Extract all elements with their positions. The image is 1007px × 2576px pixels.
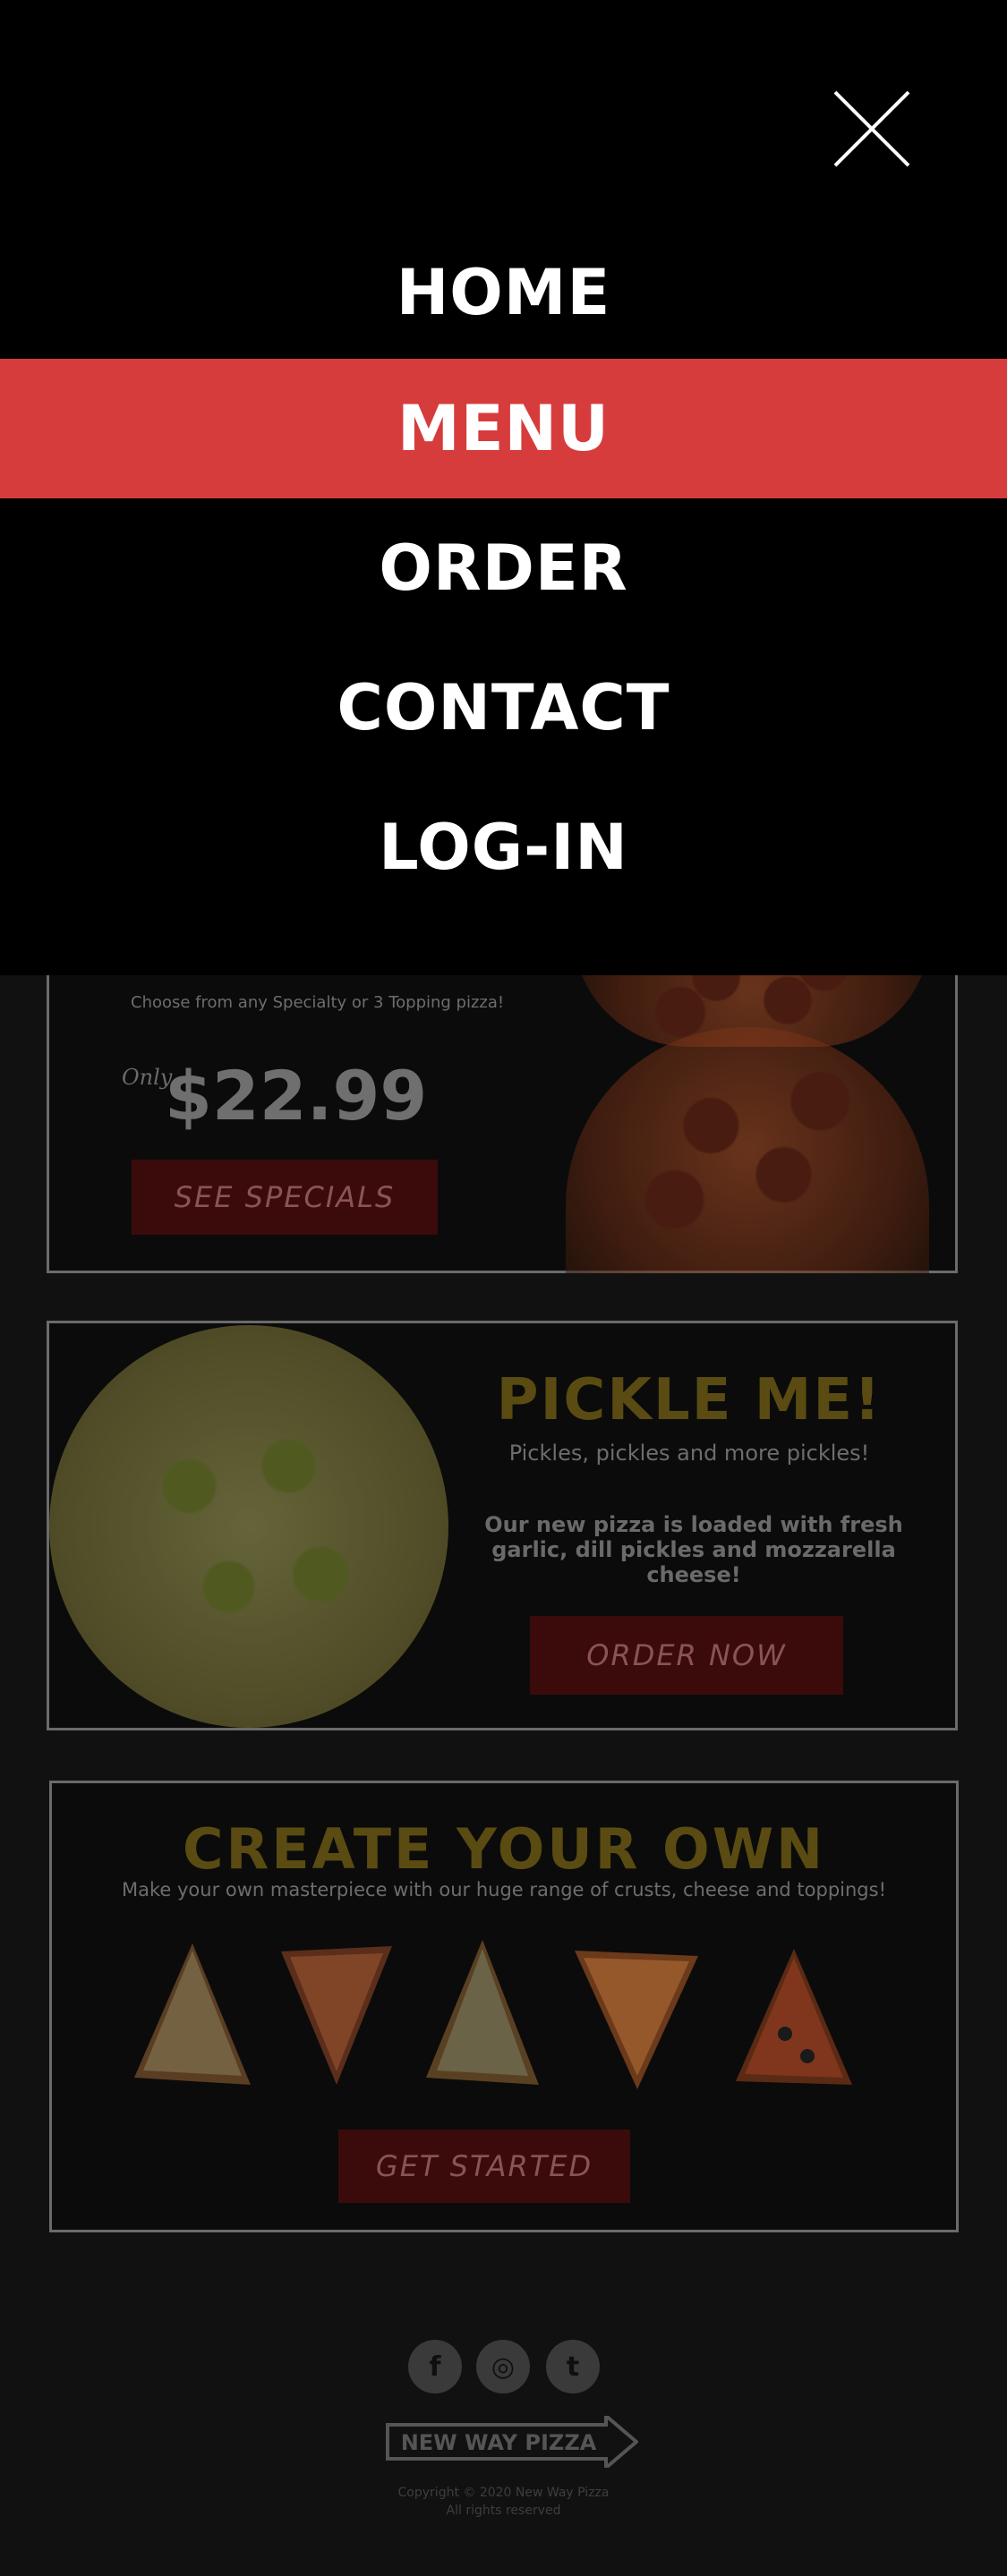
nav-item-contact[interactable]: CONTACT bbox=[0, 638, 1007, 778]
nav-overlay: HOME MENU ORDER CONTACT LOG-IN bbox=[0, 0, 1007, 975]
new-way-pizza-logo[interactable]: NEW WAY PIZZA bbox=[386, 2411, 640, 2472]
special-price: $22.99 bbox=[165, 1056, 428, 1135]
nav-item-login[interactable]: LOG-IN bbox=[0, 778, 1007, 917]
pickle-pizza-image bbox=[49, 1325, 448, 1728]
nav-item-label: CONTACT bbox=[337, 671, 670, 744]
pickle-description: Our new pizza is loaded with fresh garli… bbox=[484, 1512, 903, 1587]
pickle-title: PICKLE ME! bbox=[496, 1367, 883, 1433]
pickle-subtitle: Pickles, pickles and more pickles! bbox=[508, 1441, 870, 1466]
nav-item-label: ORDER bbox=[379, 531, 628, 605]
copyright-text: Copyright © 2020 New Way Pizza bbox=[397, 2486, 610, 2500]
facebook-icon[interactable]: f bbox=[408, 2340, 462, 2393]
specials-note: Choose from any Specialty or 3 Topping p… bbox=[131, 993, 505, 1012]
nav-item-menu[interactable]: MENU bbox=[0, 359, 1007, 498]
pizza-slice-4 bbox=[575, 1951, 698, 2093]
get-started-button[interactable]: GET STARTED bbox=[338, 2130, 630, 2203]
pizza-slice-3 bbox=[426, 1940, 539, 2088]
svg-text:NEW WAY PIZZA: NEW WAY PIZZA bbox=[401, 2430, 597, 2455]
pizza-slice-5 bbox=[736, 1949, 852, 2088]
nav-item-order[interactable]: ORDER bbox=[0, 498, 1007, 638]
nav-item-label: LOG-IN bbox=[379, 811, 628, 884]
create-subtitle: Make your own masterpiece with our huge … bbox=[121, 1879, 887, 1900]
nav-item-label: HOME bbox=[396, 256, 611, 329]
nav-item-home[interactable]: HOME bbox=[0, 223, 1007, 362]
see-specials-button[interactable]: SEE SPECIALS bbox=[132, 1160, 438, 1235]
nav-item-label: MENU bbox=[397, 392, 610, 465]
instagram-icon[interactable]: ◎ bbox=[476, 2340, 530, 2393]
order-now-button[interactable]: ORDER NOW bbox=[530, 1616, 843, 1695]
rights-text: All rights reserved bbox=[446, 2504, 561, 2518]
pizza-slice-1 bbox=[134, 1943, 251, 2090]
close-icon[interactable] bbox=[830, 88, 912, 170]
create-title: CREATE YOUR OWN bbox=[182, 1816, 826, 1882]
twitter-icon[interactable]: t bbox=[546, 2340, 600, 2393]
pizza-slice-2 bbox=[281, 1946, 392, 2088]
